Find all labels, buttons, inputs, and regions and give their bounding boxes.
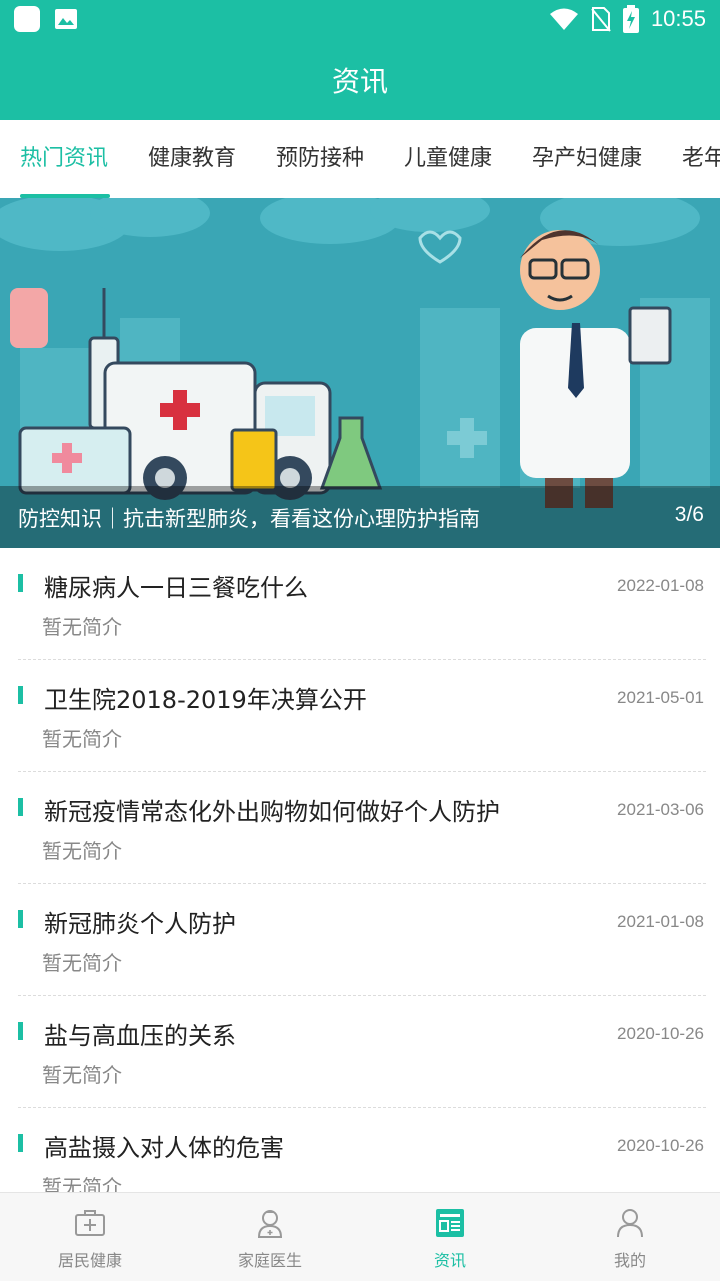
page-title: 资讯 [331,65,388,98]
list-item[interactable]: 糖尿病人一日三餐吃什么 2022-01-08 暂无简介 [0,548,720,660]
article-date: 2021-05-01 [617,688,704,707]
article-date: 2020-10-26 [617,1136,704,1155]
article-desc: 暂无简介 [42,951,122,975]
list-item-marker [18,574,23,592]
status-bar: 10:55 [0,0,720,40]
list-item[interactable]: 新冠肺炎个人防护 2021-01-08 暂无简介 [0,884,720,996]
doctor-icon [257,1210,283,1238]
list-item-marker [18,910,23,928]
tab-child-health[interactable]: 儿童健康 [404,120,492,198]
list-item[interactable]: 盐与高血压的关系 2020-10-26 暂无简介 [0,996,720,1108]
article-desc: 暂无简介 [42,615,122,639]
article-desc: 暂无简介 [42,839,122,863]
battery-charging-icon [622,5,639,33]
article-date: 2021-03-06 [617,800,704,819]
nav-family-doctor[interactable]: 家庭医生 [180,1193,360,1281]
status-time: 10:55 [650,6,706,31]
nav-profile[interactable]: 我的 [540,1193,720,1281]
article-title: 卫生院2018-2019年决算公开 [44,686,367,714]
article-date: 2022-01-08 [617,576,704,595]
article-title: 新冠肺炎个人防护 [44,910,236,938]
nav-resident-health[interactable]: 居民健康 [0,1193,180,1281]
list-item-marker [18,798,23,816]
no-sim-icon [591,7,611,32]
list-item[interactable]: 新冠疫情常态化外出购物如何做好个人防护 2021-03-06 暂无简介 [0,772,720,884]
status-right: 10:55 [549,5,706,33]
category-tabs: 热门资讯 健康教育 预防接种 儿童健康 孕产妇健康 老年 [0,120,720,198]
image-icon [55,9,77,29]
list-item-marker [18,1022,23,1040]
nav-label: 居民健康 [57,1251,122,1270]
news-icon [436,1209,464,1237]
medical-kit-icon [75,1210,105,1236]
list-item-marker [18,686,23,704]
tab-health-education[interactable]: 健康教育 [148,120,236,198]
article-date: 2021-01-08 [617,912,704,931]
banner-caption: 防控知识｜抗击新型肺炎，看看这份心理防护指南 3/6 [0,486,720,548]
tab-vaccination[interactable]: 预防接种 [276,120,364,198]
bottom-navigation: 居民健康 家庭医生 资讯 我的 [0,1192,720,1281]
tab-maternal-health[interactable]: 孕产妇健康 [532,120,642,198]
banner-carousel[interactable]: 防控知识｜抗击新型肺炎，看看这份心理防护指南 3/6 [0,198,720,548]
nav-label: 资讯 [433,1251,466,1270]
nav-label: 家庭医生 [237,1251,302,1270]
tab-elderly[interactable]: 老年 [682,120,720,198]
article-desc: 暂无简介 [42,1063,122,1087]
article-list: 糖尿病人一日三餐吃什么 2022-01-08 暂无简介 卫生院2018-2019… [0,548,720,1192]
list-item-marker [18,1134,23,1152]
nav-news[interactable]: 资讯 [360,1193,540,1281]
article-desc: 暂无简介 [42,727,122,751]
app-header: 资讯 [0,40,720,120]
nav-label: 我的 [613,1251,646,1270]
banner-counter: 3/6 [674,503,704,526]
article-title: 糖尿病人一日三餐吃什么 [44,574,308,602]
wifi-icon [549,8,578,30]
person-icon [617,1209,643,1238]
article-date: 2020-10-26 [617,1024,704,1043]
article-title: 新冠疫情常态化外出购物如何做好个人防护 [44,798,500,826]
status-left-icons [14,6,78,32]
article-title: 盐与高血压的关系 [44,1022,236,1050]
list-item[interactable]: 高盐摄入对人体的危害 2020-10-26 暂无简介 [0,1108,720,1192]
app-square-icon [14,6,40,32]
article-desc: 暂无简介 [42,1175,122,1192]
tab-hot-news[interactable]: 热门资讯 [20,120,108,198]
article-title: 高盐摄入对人体的危害 [44,1134,284,1162]
banner-caption-text: 防控知识｜抗击新型肺炎，看看这份心理防护指南 [18,507,480,531]
list-item[interactable]: 卫生院2018-2019年决算公开 2021-05-01 暂无简介 [0,660,720,772]
